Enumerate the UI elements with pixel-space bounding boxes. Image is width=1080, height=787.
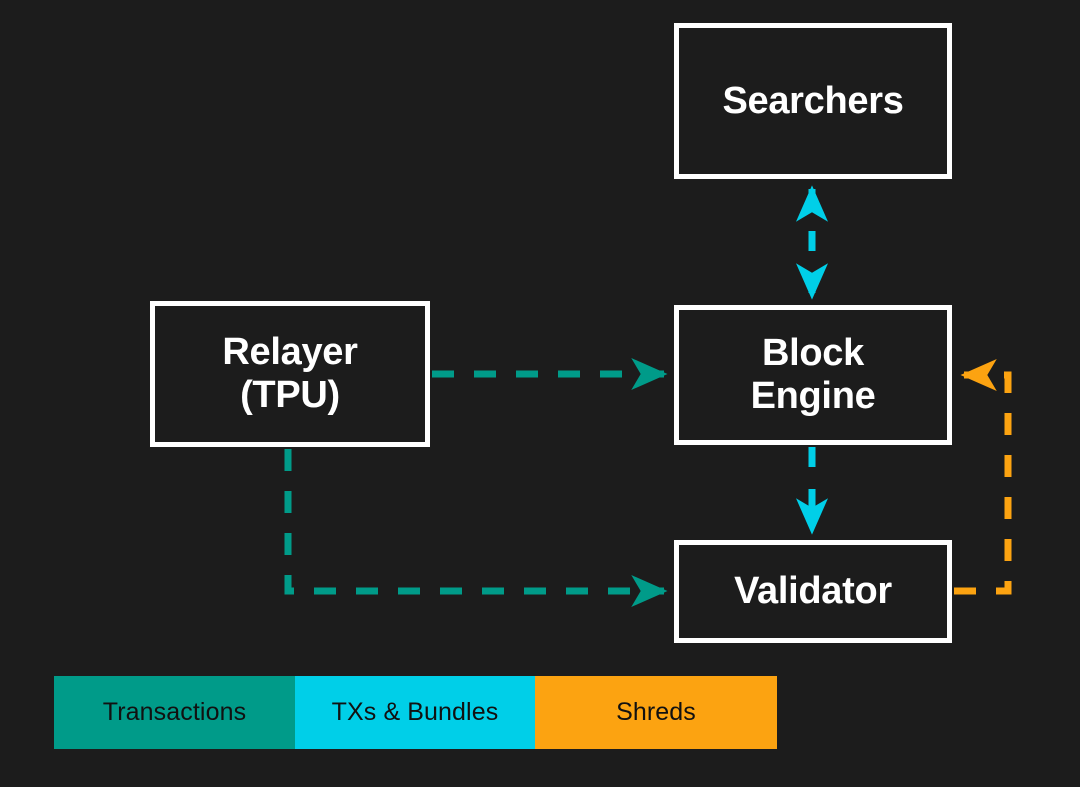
node-relayer[interactable]: Relayer (TPU) [150, 301, 430, 447]
diagram-canvas: Searchers Relayer (TPU) Block Engine Val… [0, 0, 1080, 787]
edge-validator-to-block-engine [954, 358, 1012, 595]
legend-item-txs-and-bundles-label: TXs & Bundles [331, 698, 499, 726]
node-validator-label: Validator [734, 570, 892, 613]
legend-item-txs-and-bundles: TXs & Bundles [295, 676, 535, 749]
legend-item-transactions-label: Transactions [102, 698, 247, 726]
node-block-engine-label: Block Engine [750, 332, 876, 417]
legend: Transactions TXs & Bundles Shreds [54, 676, 777, 749]
node-relayer-label: Relayer (TPU) [222, 331, 358, 416]
node-searchers[interactable]: Searchers [674, 23, 952, 179]
legend-item-transactions: Transactions [54, 676, 295, 749]
node-validator[interactable]: Validator [674, 540, 952, 643]
node-searchers-label: Searchers [722, 79, 904, 122]
edge-relayer-to-validator [284, 449, 668, 608]
node-block-engine[interactable]: Block Engine [674, 305, 952, 445]
legend-item-shreds-label: Shreds [616, 698, 696, 726]
legend-item-shreds: Shreds [535, 676, 777, 749]
